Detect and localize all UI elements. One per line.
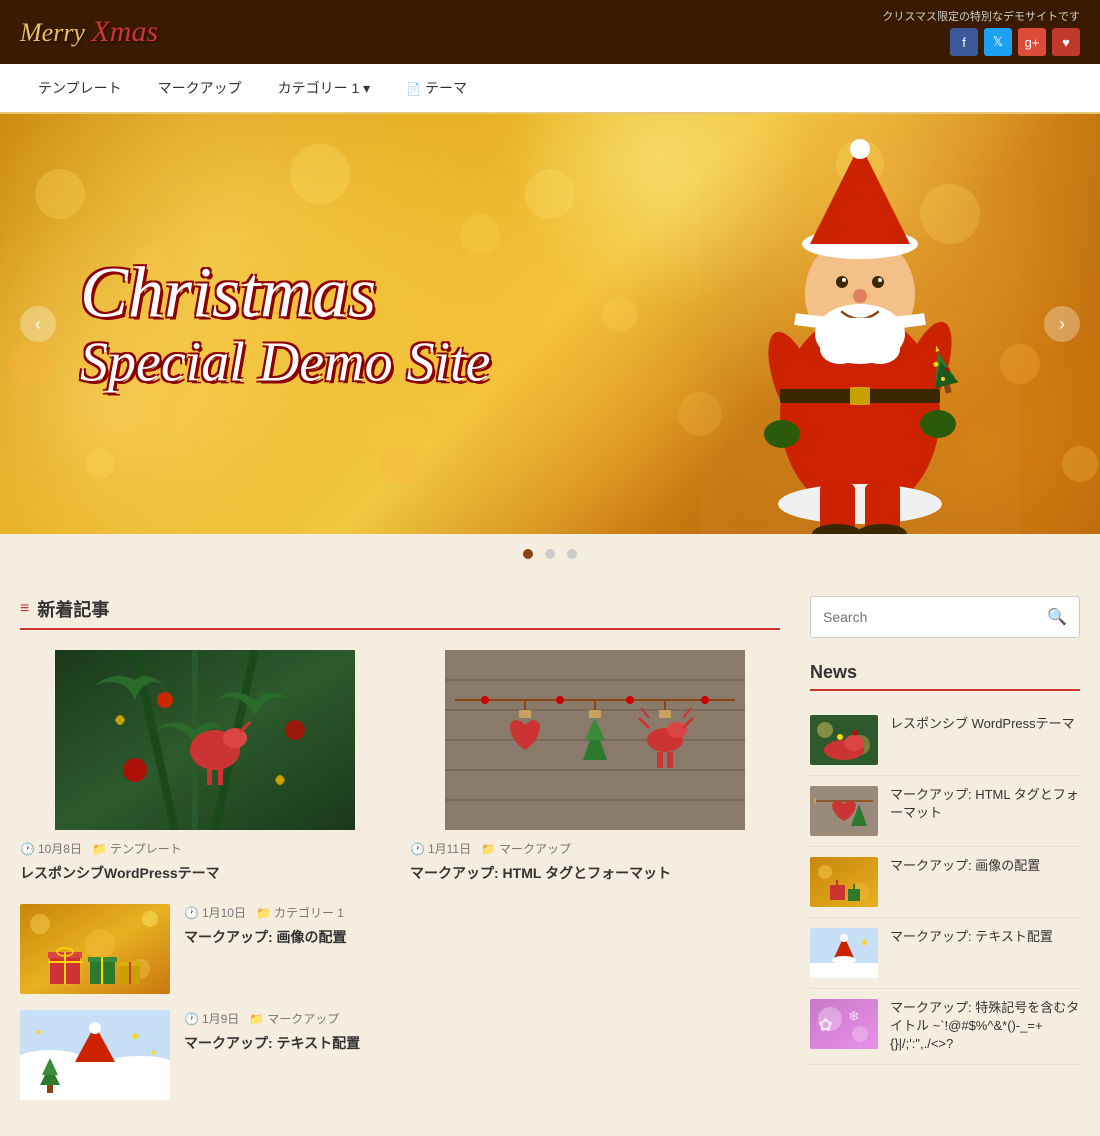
article-date-2: 🕐 1月11日 — [410, 840, 471, 857]
facebook-icon[interactable]: f — [950, 28, 978, 56]
article-list: 🕐 1月10日 📁 カテゴリー 1 マークアップ: 画像の配置 — [20, 904, 780, 1100]
news-thumb-3 — [810, 857, 878, 907]
article-list-item-1: 🕐 1月10日 📁 カテゴリー 1 マークアップ: 画像の配置 — [20, 904, 780, 994]
article-list-title-1[interactable]: マークアップ: 画像の配置 — [184, 927, 780, 948]
news-thumb-1 — [810, 715, 878, 765]
article-list-title-2[interactable]: マークアップ: テキスト配置 — [184, 1033, 780, 1054]
article-category-1: 📁 テンプレート — [92, 840, 182, 857]
news-title-3[interactable]: マークアップ: 画像の配置 — [890, 857, 1040, 875]
news-thumb-5: ✿ ❄ — [810, 999, 878, 1049]
nav-item-template: テンプレート — [20, 64, 140, 112]
news-item-3: マークアップ: 画像の配置 — [810, 847, 1080, 918]
article-list-thumb-2: ★ ★ ★ — [20, 1010, 170, 1100]
news-title-2[interactable]: マークアップ: HTML タグとフォーマット — [890, 786, 1080, 822]
social-icons: f 𝕏 g+ ♥ — [950, 28, 1080, 56]
article-thumb-2 — [410, 650, 780, 830]
header-right: クリスマス限定の特別なデモサイトです f 𝕏 g+ ♥ — [882, 8, 1080, 56]
article-card-1: 🕐 10月8日 📁 テンプレート レスポンシブWordPressテーマ — [20, 650, 390, 884]
nav-link-markup[interactable]: マークアップ — [140, 64, 260, 112]
svg-text:❄: ❄ — [848, 1008, 860, 1024]
news-thumb-4: ★ — [810, 928, 878, 978]
news-item-1: レスポンシブ WordPressテーマ — [810, 705, 1080, 776]
heart-icon[interactable]: ♥ — [1052, 28, 1080, 56]
sidebar-news-title: News — [810, 662, 1080, 691]
news-thumb-2 — [810, 786, 878, 836]
site-logo: Merry Xmas — [20, 15, 158, 49]
nav-link-template[interactable]: テンプレート — [20, 64, 140, 112]
list-icon: ≡ — [20, 600, 29, 618]
nav-link-category[interactable]: カテゴリー 1 — [260, 64, 389, 112]
site-nav: テンプレート マークアップ カテゴリー 1 📄 テーマ — [0, 64, 1100, 114]
svg-text:★: ★ — [150, 1048, 157, 1057]
article-list-meta-2: 🕐 1月9日 📁 マークアップ — [184, 1010, 780, 1027]
site-header: Merry Xmas クリスマス限定の特別なデモサイトです f 𝕏 g+ ♥ — [0, 0, 1100, 64]
search-input[interactable] — [811, 599, 1035, 635]
news-title-1[interactable]: レスポンシブ WordPressテーマ — [890, 715, 1075, 733]
article-list-thumb-1 — [20, 904, 170, 994]
santa-svg — [710, 134, 1010, 534]
svg-text:★: ★ — [35, 1028, 42, 1037]
news-item-2: マークアップ: HTML タグとフォーマット — [810, 776, 1080, 847]
article-grid: 🕐 10月8日 📁 テンプレート レスポンシブWordPressテーマ — [20, 650, 780, 884]
hero-santa — [700, 154, 1020, 534]
nav-item-markup: マークアップ — [140, 64, 260, 112]
news-list: レスポンシブ WordPressテーマ マークアップ: HTML タグとフォーマ… — [810, 705, 1080, 1065]
article-title-1[interactable]: レスポンシブWordPressテーマ — [20, 863, 390, 884]
article-category-2: 📁 マークアップ — [481, 840, 571, 857]
svg-text:✿: ✿ — [818, 1015, 833, 1035]
article-meta-1: 🕐 10月8日 📁 テンプレート — [20, 840, 390, 857]
svg-text:★: ★ — [130, 1029, 141, 1043]
list-category-2: 📁 マークアップ — [249, 1010, 339, 1027]
slider-dots — [0, 534, 1100, 576]
hero-text: Christmas Special Demo Site — [80, 254, 491, 395]
hero-line2: Special Demo Site — [80, 333, 491, 395]
article-date-1: 🕐 10月8日 — [20, 840, 82, 857]
article-card-2: 🕐 1月11日 📁 マークアップ マークアップ: HTML タグとフォーマット — [410, 650, 780, 884]
main-content: ≡ 新着記事 — [0, 576, 1100, 1136]
hero-slider: Christmas Special Demo Site — [0, 114, 1100, 534]
slider-next-button[interactable]: › — [1044, 306, 1080, 342]
hero-line1: Christmas — [80, 254, 491, 333]
content-area: ≡ 新着記事 — [20, 596, 780, 1116]
section-title-new-articles: ≡ 新着記事 — [20, 596, 780, 630]
section-title-label: 新着記事 — [37, 596, 109, 622]
news-title-4[interactable]: マークアップ: テキスト配置 — [890, 928, 1053, 946]
nav-link-theme[interactable]: 📄 テーマ — [388, 64, 485, 112]
sidebar: 🔍 News レスポンシブ WordP — [810, 596, 1080, 1116]
news-item-5: ✿ ❄ マークアップ: 特殊記号を含むタイトル ~`!@#$%^&*()-_=+… — [810, 989, 1080, 1065]
article-list-info-2: 🕐 1月9日 📁 マークアップ マークアップ: テキスト配置 — [184, 1010, 780, 1054]
slider-prev-button[interactable]: ‹ — [20, 306, 56, 342]
nav-menu: テンプレート マークアップ カテゴリー 1 📄 テーマ — [20, 64, 1080, 112]
twitter-icon[interactable]: 𝕏 — [984, 28, 1012, 56]
slider-dot-2[interactable] — [545, 549, 555, 559]
nav-item-category: カテゴリー 1 — [260, 64, 389, 112]
article-title-2[interactable]: マークアップ: HTML タグとフォーマット — [410, 863, 780, 884]
news-item-4: ★ マークアップ: テキスト配置 — [810, 918, 1080, 989]
slider-dot-1[interactable] — [523, 549, 533, 559]
article-thumb-1 — [20, 650, 390, 830]
header-tagline: クリスマス限定の特別なデモサイトです — [882, 8, 1080, 24]
list-date-1: 🕐 1月10日 — [184, 904, 246, 921]
article-list-item-2: ★ ★ ★ 🕐 1月9日 📁 マークアップ — [20, 1010, 780, 1100]
list-category-1: 📁 カテゴリー 1 — [256, 904, 344, 921]
svg-text:★: ★ — [860, 938, 869, 949]
nav-item-theme: 📄 テーマ — [388, 64, 485, 112]
article-list-meta-1: 🕐 1月10日 📁 カテゴリー 1 — [184, 904, 780, 921]
slider-dot-3[interactable] — [567, 549, 577, 559]
search-box: 🔍 — [810, 596, 1080, 638]
article-meta-2: 🕐 1月11日 📁 マークアップ — [410, 840, 780, 857]
article-list-info-1: 🕐 1月10日 📁 カテゴリー 1 マークアップ: 画像の配置 — [184, 904, 780, 948]
news-title-5[interactable]: マークアップ: 特殊記号を含むタイトル ~`!@#$%^&*()-_=+{}|/… — [890, 999, 1080, 1054]
list-date-2: 🕐 1月9日 — [184, 1010, 239, 1027]
search-button[interactable]: 🔍 — [1035, 597, 1079, 637]
googleplus-icon[interactable]: g+ — [1018, 28, 1046, 56]
